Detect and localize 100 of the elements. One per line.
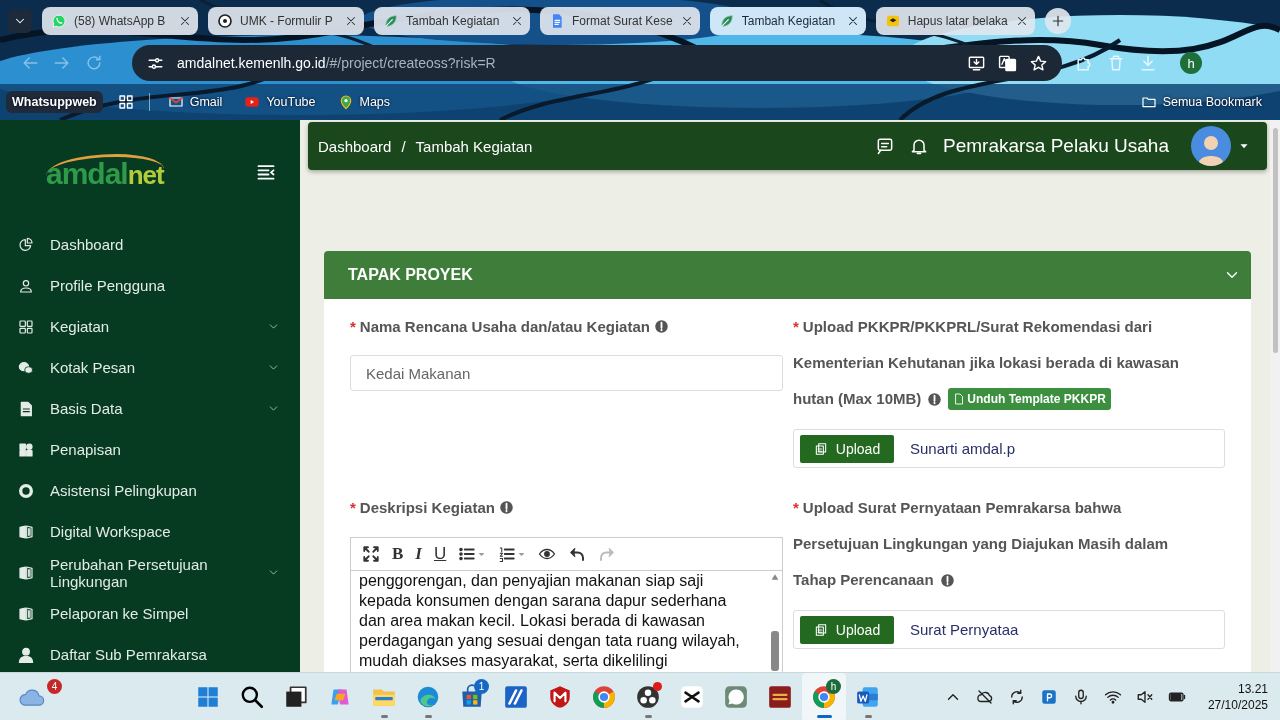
sidebar-item[interactable]: Perubahan Persetujuan Lingkungan: [0, 552, 300, 593]
copy-icon: [813, 622, 828, 637]
shield-icon[interactable]: [547, 683, 573, 710]
field-label-line: Persetujuan Lingkungan yang Diajukan Masih dalam: [793, 534, 1169, 554]
sidebar-item[interactable]: Basis Data: [0, 388, 300, 429]
file-icon: [953, 393, 966, 405]
sidebar-item[interactable]: Profile Pengguna: [0, 265, 300, 306]
breadcrumb-item[interactable]: Dashboard: [318, 137, 392, 155]
scroll-up-icon[interactable]: [770, 573, 780, 581]
breadcrumb-separator: /: [401, 137, 406, 155]
italic-button[interactable]: I: [412, 541, 425, 567]
info-icon: [939, 572, 955, 588]
scrollbar-thumb[interactable]: [1272, 128, 1278, 353]
close-icon[interactable]: [178, 14, 192, 28]
section-header[interactable]: TAPAK PROYEK: [324, 251, 1251, 299]
browser-icon[interactable]: [591, 683, 617, 710]
field-label: Deskripsi Kegiatan: [359, 499, 495, 516]
numbered-list-icon[interactable]: [498, 545, 517, 563]
bookmark[interactable]: Gmail: [163, 91, 227, 113]
menu-collapse-icon[interactable]: [256, 162, 276, 182]
file-name: Surat Pernyataa: [910, 621, 1019, 638]
browser-tab[interactable]: UMK - Formulir P: [208, 7, 364, 35]
upload-button[interactable]: Upload: [800, 615, 894, 644]
notification-dot: [653, 681, 662, 691]
sidebar-item[interactable]: Dashboard: [0, 224, 300, 265]
notification-badge: h: [826, 678, 841, 694]
close-icon[interactable]: [510, 14, 524, 28]
scrollbar[interactable]: [1270, 120, 1280, 672]
address-bar[interactable]: amdalnet.kemenlh.go.id/#/project/createoss?risk=R: [132, 45, 1062, 81]
scrollbar-thumb[interactable]: [771, 631, 779, 671]
text-field[interactable]: Kedai Makanan: [350, 355, 783, 391]
taskbar-button[interactable]: 1: [450, 672, 494, 720]
bookmark[interactable]: Maps: [333, 91, 395, 113]
message-icon[interactable]: [875, 136, 895, 156]
taskbar-button[interactable]: h: [802, 672, 846, 720]
user-name: Pemrakarsa Pelaku Usaha: [943, 135, 1169, 157]
pie-chart-icon: [18, 236, 34, 253]
description-text[interactable]: penggorengan, dan penyajian makanan siap saji kepada konsumen dengan sarana dapur sederhana dan area makan kecil. Lokasi berada di kawasan perdagangan yang sesuai dengan tata ruang wilayah, mudah diakses masyarakat, serta dikelilingi: [351, 571, 768, 672]
field-label-line: hutan (Max 10MB): [793, 389, 922, 409]
running-indicator: [817, 714, 832, 718]
running-indicator: [381, 714, 388, 718]
upload-button[interactable]: Upload: [800, 434, 894, 463]
notification-badge: 4: [47, 678, 62, 694]
sidebar-item[interactable]: Daftar Sub Pemrakarsa: [0, 634, 300, 672]
running-indicator: [425, 714, 432, 718]
bookmark[interactable]: YouTube: [240, 91, 320, 113]
book-icon: [18, 564, 34, 581]
leaf-icon: [718, 13, 735, 29]
logo: amdalnet: [46, 153, 164, 191]
folder-icon: [1140, 94, 1157, 110]
file-upload-field[interactable]: Upload Sunarti amdal.p: [793, 429, 1225, 468]
sidebar-item[interactable]: Digital Workspace: [0, 511, 300, 552]
field-label-line: Kementerian Kehutanan jika lokasi berada di kawasan: [793, 353, 1179, 373]
bookmarks-folder[interactable]: Semua Bookmark: [1136, 91, 1266, 113]
file-upload-field[interactable]: Upload Surat Pernyataa: [793, 610, 1225, 649]
bold-button[interactable]: B: [389, 541, 407, 567]
tile-icon[interactable]: [503, 683, 529, 710]
running-indicator: [865, 714, 872, 718]
book-icon[interactable]: [767, 683, 793, 710]
fullscreen-icon[interactable]: [362, 545, 380, 563]
person-icon: [18, 646, 34, 663]
close-icon[interactable]: [344, 14, 358, 28]
browser-tab[interactable]: Format Surat Kese: [540, 7, 700, 35]
tab-search-button[interactable]: [8, 9, 32, 33]
running-indicator: [645, 714, 652, 718]
clip-icon[interactable]: [679, 683, 705, 710]
browser-tab[interactable]: (58) WhatsApp B: [42, 7, 198, 35]
sidebar-item[interactable]: Pelaporan ke Simpel: [0, 593, 300, 634]
document-icon: [18, 400, 34, 417]
avatar[interactable]: [1191, 126, 1231, 166]
browser-tab[interactable]: Tambah Kegiatan: [374, 7, 530, 35]
chat-bubble-icon[interactable]: [723, 683, 749, 710]
required-mark: *: [793, 498, 799, 518]
record-icon[interactable]: [635, 683, 661, 710]
task-view-icon[interactable]: [283, 683, 309, 710]
field-label-line: Upload PKKPR/PKKPRL/Surat Rekomendasi dari: [802, 317, 1153, 337]
sidebar-item[interactable]: Kotak Pesan: [0, 347, 300, 388]
field-label-line: Upload Surat Pernyataan Pemrakarsa bahwa: [802, 498, 1122, 518]
clock[interactable]: 13.21 27/10/2025: [1207, 680, 1268, 713]
browser-tab[interactable]: Hapus latar belaka: [875, 7, 1035, 35]
browser-icon[interactable]: [811, 683, 837, 710]
template-download-button[interactable]: Unduh Template PKKPR: [948, 388, 1111, 410]
copy-icon: [813, 441, 828, 456]
sidebar-item[interactable]: Asistensi Pelingkupan: [0, 470, 300, 511]
bullet-list-icon[interactable]: [458, 545, 477, 563]
required-mark: *: [793, 317, 799, 337]
sidebar-item[interactable]: Kegiatan: [0, 306, 300, 347]
grid-icon[interactable]: [116, 93, 135, 111]
monitor-download-icon[interactable]: [967, 53, 986, 73]
person-icon: [18, 277, 34, 294]
sidebar-item[interactable]: Penapisan: [0, 429, 300, 470]
browser-tab[interactable]: Tambah Kegiatan: [709, 7, 866, 35]
star-icon[interactable]: [1029, 53, 1048, 73]
bookmark[interactable]: Whatsuppweb: [6, 91, 103, 113]
download-icon[interactable]: [1138, 53, 1158, 73]
undo-icon[interactable]: [568, 545, 587, 563]
translate-icon[interactable]: [998, 53, 1017, 73]
file-name: Sunarti amdal.p: [910, 440, 1016, 457]
tile-icon[interactable]: [1039, 687, 1058, 706]
underline-button[interactable]: U: [430, 541, 450, 567]
